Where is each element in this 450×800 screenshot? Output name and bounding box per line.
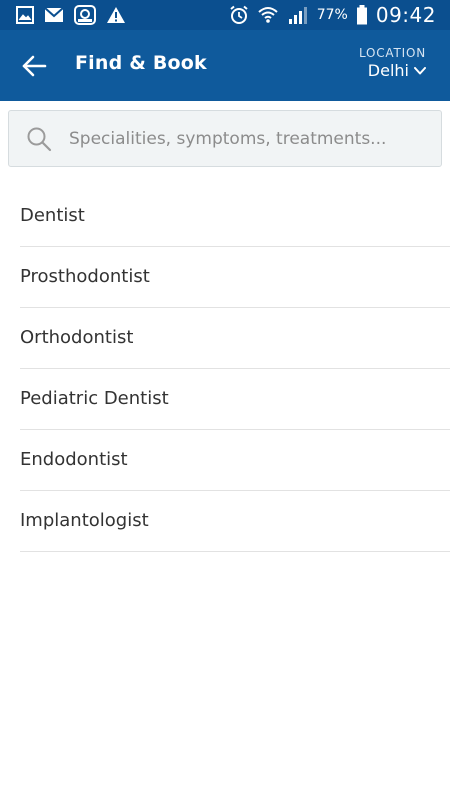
location-label: LOCATION bbox=[358, 46, 426, 60]
speciality-list: Dentist Prosthodontist Orthodontist Pedi… bbox=[20, 186, 450, 552]
app-bar: Find & Book LOCATION Delhi bbox=[0, 30, 450, 101]
search-icon bbox=[9, 110, 69, 167]
wifi-icon bbox=[257, 5, 279, 25]
list-item-label: Prosthodontist bbox=[20, 266, 150, 287]
list-item-endodontist[interactable]: Endodontist bbox=[20, 430, 450, 491]
clock: 09:42 bbox=[375, 3, 436, 27]
list-item-label: Implantologist bbox=[20, 510, 149, 531]
list-item-label: Endodontist bbox=[20, 449, 128, 470]
battery-percent: 77% bbox=[316, 7, 348, 23]
mail-icon bbox=[44, 7, 64, 23]
search-bar[interactable] bbox=[8, 110, 442, 167]
list-item-label: Dentist bbox=[20, 205, 85, 226]
gallery-icon bbox=[16, 6, 34, 24]
app-notification-icon bbox=[74, 5, 96, 25]
alarm-icon bbox=[229, 5, 249, 25]
search-input[interactable] bbox=[69, 128, 431, 149]
warning-icon bbox=[106, 6, 126, 24]
list-item-pediatric-dentist[interactable]: Pediatric Dentist bbox=[20, 369, 450, 430]
notification-icons bbox=[16, 5, 126, 25]
list-item-dentist[interactable]: Dentist bbox=[20, 186, 450, 247]
system-icons: 77% 09:42 bbox=[229, 3, 436, 27]
location-selector[interactable]: LOCATION Delhi bbox=[359, 46, 426, 80]
list-item-label: Orthodontist bbox=[20, 327, 134, 348]
page-title: Find & Book bbox=[75, 52, 207, 74]
location-value: Delhi bbox=[367, 61, 409, 80]
list-item-implantologist[interactable]: Implantologist bbox=[20, 491, 450, 552]
list-item-orthodontist[interactable]: Orthodontist bbox=[20, 308, 450, 369]
battery-icon bbox=[356, 5, 368, 25]
signal-icon bbox=[287, 5, 309, 25]
back-arrow-icon bbox=[22, 55, 47, 77]
back-button[interactable] bbox=[16, 48, 52, 84]
list-item-prosthodontist[interactable]: Prosthodontist bbox=[20, 247, 450, 308]
location-value-row: Delhi bbox=[359, 61, 426, 80]
list-item-label: Pediatric Dentist bbox=[20, 388, 169, 409]
status-bar: 77% 09:42 bbox=[0, 0, 450, 30]
chevron-down-icon bbox=[414, 66, 426, 74]
